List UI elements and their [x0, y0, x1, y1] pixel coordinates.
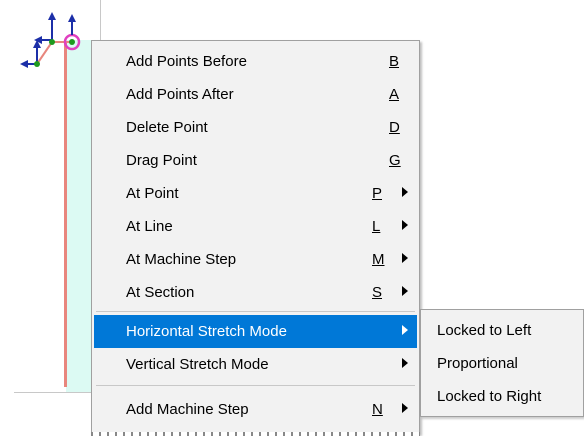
submenu-item-label: Proportional	[437, 355, 518, 372]
submenu-item-label: Locked to Right	[437, 388, 542, 405]
submenu-item-locked-to-right[interactable]: Locked to Right	[421, 380, 583, 412]
menu-item-shortcut: A	[389, 86, 400, 103]
menu-item-label: Add Machine Step	[126, 401, 249, 418]
menu-item-at-section[interactable]: At Section S	[94, 276, 417, 309]
menu-item-shortcut: B	[389, 53, 400, 70]
menu-item-shortcut: D	[389, 119, 400, 136]
submenu-item-label: Locked to Left	[437, 322, 532, 339]
menu-item-label: Drag Point	[126, 152, 197, 169]
menu-separator	[96, 385, 415, 386]
submenu-arrow-icon	[402, 286, 408, 296]
menu-item-label: Horizontal Stretch Mode	[126, 323, 287, 340]
menu-item-add-machine-step[interactable]: Add Machine Step N	[94, 393, 417, 426]
menu-item-drag-point[interactable]: Drag Point G	[94, 144, 417, 177]
menu-item-shortcut: P	[372, 185, 383, 202]
submenu-arrow-icon	[402, 187, 408, 197]
stretch-mode-submenu: Locked to Left Proportional Locked to Ri…	[420, 309, 584, 417]
submenu-item-locked-to-left[interactable]: Locked to Left	[421, 314, 583, 346]
menu-item-label: At Section	[126, 284, 195, 301]
menu-item-add-points-after[interactable]: Add Points After A	[94, 78, 417, 111]
menu-item-shortcut: M	[372, 251, 385, 268]
context-menu: Add Points Before B Add Points After A D…	[91, 40, 420, 434]
submenu-arrow-icon	[402, 358, 408, 368]
submenu-item-proportional[interactable]: Proportional	[421, 347, 583, 379]
menu-item-shortcut: L	[372, 218, 381, 235]
submenu-arrow-icon	[402, 403, 408, 413]
menu-item-label: Vertical Stretch Mode	[126, 356, 269, 373]
menu-separator	[96, 311, 415, 312]
menu-item-at-point[interactable]: At Point P	[94, 177, 417, 210]
menu-item-shortcut: G	[389, 152, 401, 169]
submenu-arrow-icon	[402, 253, 408, 263]
submenu-arrow-icon	[402, 325, 408, 335]
menu-item-at-machine-step[interactable]: At Machine Step M	[94, 243, 417, 276]
transform-gizmo-icon[interactable]	[0, 0, 100, 80]
menu-item-label: Add Points After	[126, 86, 234, 103]
menu-item-shortcut: S	[372, 284, 383, 301]
submenu-arrow-icon	[402, 220, 408, 230]
menu-item-add-points-before[interactable]: Add Points Before B	[94, 45, 417, 78]
menu-item-horizontal-stretch-mode[interactable]: Horizontal Stretch Mode	[94, 315, 417, 348]
menu-item-label: Delete Point	[126, 119, 208, 136]
menu-item-vertical-stretch-mode[interactable]: Vertical Stretch Mode	[94, 348, 417, 381]
menu-item-label: At Machine Step	[126, 251, 237, 268]
menu-item-label: At Line	[126, 218, 173, 235]
profile-line[interactable]	[64, 42, 67, 387]
partial-toolbar-strip	[91, 432, 420, 436]
menu-item-shortcut: N	[372, 401, 383, 418]
menu-item-label: At Point	[126, 185, 179, 202]
menu-item-at-line[interactable]: At Line L	[94, 210, 417, 243]
menu-item-delete-point[interactable]: Delete Point D	[94, 111, 417, 144]
menu-item-label: Add Points Before	[126, 53, 247, 70]
